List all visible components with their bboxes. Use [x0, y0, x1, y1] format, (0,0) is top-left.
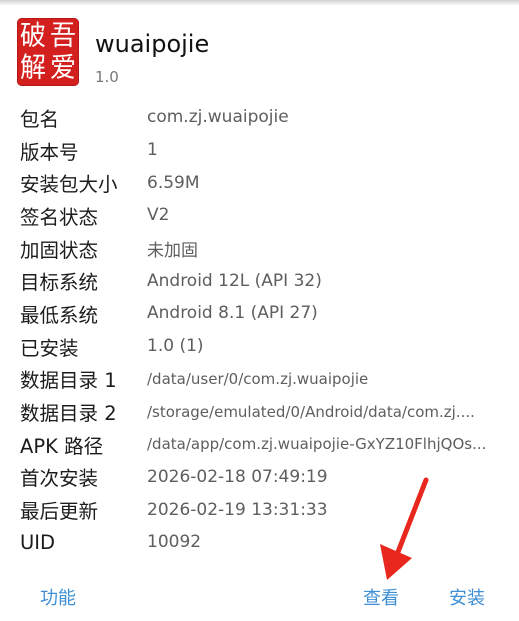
detail-value: 2026-02-19 13:31:33	[147, 499, 328, 520]
detail-value: 1.0 (1)	[147, 336, 204, 357]
detail-label: 最低系统	[20, 303, 99, 327]
function-button[interactable]: 功能	[40, 584, 76, 610]
detail-label: UID	[20, 530, 56, 554]
app-logo-icon: 破 吾 解 爱	[17, 18, 79, 86]
detail-label: 签名状态	[20, 205, 99, 229]
detail-row-apk-path: APK 路径 /data/app/com.zj.wuaipojie-GxYZ10…	[20, 428, 510, 461]
detail-row-size: 安装包大小 6.59M	[20, 166, 510, 199]
app-meta: wuaipojie 1.0	[95, 18, 209, 86]
detail-value: /data/app/com.zj.wuaipojie-GxYZ10FlhjQOs…	[147, 435, 487, 454]
detail-row-package: 包名 com.zj.wuaipojie	[20, 101, 510, 134]
detail-label: 包名	[20, 107, 60, 131]
detail-row-installed: 已安装 1.0 (1)	[20, 330, 510, 363]
detail-label: 数据目录 1	[20, 369, 117, 393]
detail-row-data-dir-2: 数据目录 2 /storage/emulated/0/Android/data/…	[20, 395, 510, 428]
detail-value: Android 12L (API 32)	[147, 270, 322, 291]
detail-row-target-sdk: 目标系统 Android 12L (API 32)	[20, 264, 510, 297]
detail-label: 安装包大小	[20, 173, 118, 197]
detail-value: com.zj.wuaipojie	[147, 107, 289, 128]
app-header: 破 吾 解 爱 wuaipojie 1.0	[17, 18, 209, 86]
app-name: wuaipojie	[95, 30, 210, 58]
detail-value: 2026-02-18 07:49:19	[147, 466, 328, 487]
detail-label: 首次安装	[20, 467, 99, 491]
detail-value: 1	[147, 140, 158, 161]
logo-char: 破	[19, 20, 46, 52]
detail-row-version-code: 版本号 1	[20, 134, 510, 167]
detail-label: 已安装	[20, 336, 79, 360]
detail-label: 最后更新	[20, 500, 99, 524]
app-version: 1.0	[95, 68, 119, 86]
detail-row-signature: 签名状态 V2	[20, 199, 510, 232]
detail-label: 加固状态	[20, 238, 99, 262]
detail-label: 目标系统	[20, 271, 99, 295]
annotation-arrow-icon	[380, 477, 429, 580]
detail-value: /data/user/0/com.zj.wuaipojie	[147, 369, 369, 388]
detail-label: 数据目录 2	[20, 402, 117, 426]
detail-value: 未加固	[147, 240, 198, 261]
detail-value: 10092	[147, 532, 202, 553]
logo-char: 爱	[49, 52, 76, 84]
detail-label: APK 路径	[20, 434, 104, 458]
detail-row-min-sdk: 最低系统 Android 8.1 (API 27)	[20, 297, 510, 330]
detail-row-protection: 加固状态 未加固	[20, 232, 510, 265]
top-edge-shadow	[0, 0, 519, 6]
logo-char: 吾	[49, 20, 76, 52]
detail-value: Android 8.1 (API 27)	[147, 303, 318, 324]
detail-row-data-dir-1: 数据目录 1 /data/user/0/com.zj.wuaipojie	[20, 363, 510, 396]
detail-value: /storage/emulated/0/Android/data/com.zj.…	[147, 402, 475, 421]
logo-char: 解	[19, 52, 46, 84]
view-button[interactable]: 查看	[363, 584, 399, 610]
app-info-dialog: 破 吾 解 爱 wuaipojie 1.0 包名 com.zj.wuaipoji…	[0, 0, 519, 621]
detail-value: 6.59M	[147, 172, 200, 193]
detail-value: V2	[147, 205, 170, 226]
install-button[interactable]: 安装	[449, 584, 485, 610]
detail-label: 版本号	[20, 140, 79, 164]
